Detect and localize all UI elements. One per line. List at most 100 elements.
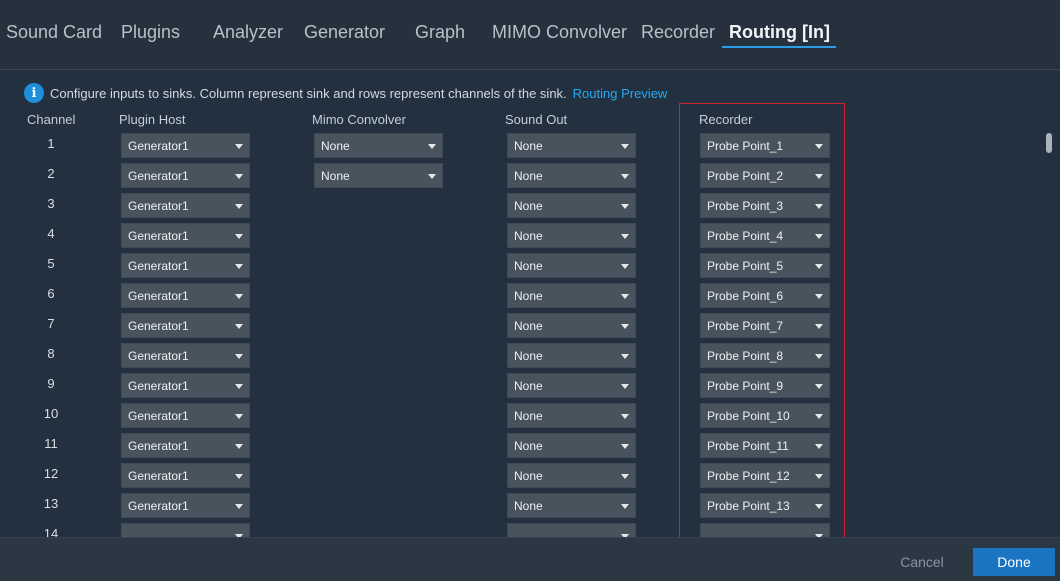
chevron-down-icon: [621, 294, 629, 299]
tab-analyzer[interactable]: Analyzer: [213, 22, 283, 48]
chevron-down-icon: [621, 474, 629, 479]
plugin-host-dropdown[interactable]: Generator1: [121, 433, 250, 458]
sound-out-dropdown[interactable]: None: [507, 373, 636, 398]
recorder-dropdown[interactable]: Probe Point_1: [700, 133, 830, 158]
sound-out-dropdown-value: None: [514, 499, 543, 513]
recorder-dropdown[interactable]: Probe Point_8: [700, 343, 830, 368]
tab-bar: Sound Card Plugins Analyzer Generator Gr…: [0, 0, 1060, 70]
plugin-host-dropdown[interactable]: Generator1: [121, 493, 250, 518]
recorder-dropdown-value: Probe Point_5: [707, 259, 784, 273]
sound-out-dropdown-value: None: [514, 139, 543, 153]
sound-out-dropdown[interactable]: [507, 523, 636, 537]
channel-number: 12: [43, 466, 59, 481]
plugin-host-dropdown[interactable]: Generator1: [121, 343, 250, 368]
sound-out-dropdown[interactable]: None: [507, 313, 636, 338]
column-header-channel: Channel: [27, 112, 76, 127]
mimo-convolver-dropdown[interactable]: None: [314, 163, 443, 188]
chevron-down-icon: [815, 504, 823, 509]
sound-out-dropdown[interactable]: None: [507, 403, 636, 428]
sound-out-dropdown-value: None: [514, 169, 543, 183]
sound-out-dropdown-value: None: [514, 289, 543, 303]
tab-generator[interactable]: Generator: [304, 22, 385, 48]
tab-mimo-convolver[interactable]: MIMO Convolver: [492, 22, 627, 48]
plugin-host-dropdown-value: Generator1: [128, 169, 189, 183]
channel-number: 9: [47, 376, 55, 391]
sound-out-dropdown[interactable]: None: [507, 163, 636, 188]
sound-out-dropdown[interactable]: None: [507, 493, 636, 518]
channel-number: 8: [47, 346, 55, 361]
tab-plugins[interactable]: Plugins: [121, 22, 180, 48]
mimo-convolver-dropdown[interactable]: None: [314, 133, 443, 158]
sound-out-dropdown-value: None: [514, 259, 543, 273]
plugin-host-dropdown-value: Generator1: [128, 499, 189, 513]
sound-out-dropdown[interactable]: None: [507, 133, 636, 158]
plugin-host-dropdown[interactable]: Generator1: [121, 133, 250, 158]
sound-out-dropdown[interactable]: None: [507, 343, 636, 368]
chevron-down-icon: [621, 144, 629, 149]
plugin-host-dropdown-value: Generator1: [128, 349, 189, 363]
chevron-down-icon: [815, 324, 823, 329]
vertical-scrollbar[interactable]: [1046, 133, 1052, 153]
tab-routing-in[interactable]: Routing [In]: [722, 22, 836, 48]
recorder-dropdown[interactable]: Probe Point_7: [700, 313, 830, 338]
plugin-host-dropdown[interactable]: Generator1: [121, 373, 250, 398]
plugin-host-dropdown[interactable]: Generator1: [121, 193, 250, 218]
recorder-dropdown[interactable]: Probe Point_13: [700, 493, 830, 518]
recorder-dropdown[interactable]: Probe Point_9: [700, 373, 830, 398]
chevron-down-icon: [621, 204, 629, 209]
recorder-dropdown-value: Probe Point_12: [707, 469, 790, 483]
chevron-down-icon: [815, 444, 823, 449]
plugin-host-dropdown-value: Generator1: [128, 259, 189, 273]
plugin-host-dropdown-value: Generator1: [128, 439, 189, 453]
chevron-down-icon: [621, 234, 629, 239]
recorder-dropdown[interactable]: Probe Point_11: [700, 433, 830, 458]
plugin-host-dropdown[interactable]: Generator1: [121, 283, 250, 308]
sound-out-dropdown[interactable]: None: [507, 283, 636, 308]
recorder-dropdown-value: Probe Point_13: [707, 499, 790, 513]
sound-out-dropdown[interactable]: None: [507, 463, 636, 488]
channel-number: 5: [47, 256, 55, 271]
sound-out-dropdown[interactable]: None: [507, 193, 636, 218]
routing-preview-link[interactable]: Routing Preview: [573, 86, 668, 101]
tab-graph[interactable]: Graph: [415, 22, 465, 48]
plugin-host-dropdown[interactable]: Generator1: [121, 163, 250, 188]
done-button[interactable]: Done: [973, 548, 1055, 576]
cancel-button[interactable]: Cancel: [890, 548, 954, 576]
plugin-host-dropdown[interactable]: Generator1: [121, 223, 250, 248]
recorder-dropdown[interactable]: Probe Point_6: [700, 283, 830, 308]
chevron-down-icon: [235, 144, 243, 149]
recorder-dropdown[interactable]: Probe Point_5: [700, 253, 830, 278]
plugin-host-dropdown[interactable]: Generator1: [121, 463, 250, 488]
recorder-dropdown[interactable]: Probe Point_4: [700, 223, 830, 248]
plugin-host-dropdown[interactable]: Generator1: [121, 253, 250, 278]
chevron-down-icon: [621, 174, 629, 179]
chevron-down-icon: [235, 234, 243, 239]
recorder-dropdown[interactable]: Probe Point_3: [700, 193, 830, 218]
tab-recorder[interactable]: Recorder: [641, 22, 715, 48]
sound-out-dropdown-value: None: [514, 349, 543, 363]
recorder-dropdown[interactable]: Probe Point_10: [700, 403, 830, 428]
sound-out-dropdown[interactable]: None: [507, 433, 636, 458]
chevron-down-icon: [235, 294, 243, 299]
chevron-down-icon: [428, 174, 436, 179]
sound-out-dropdown[interactable]: None: [507, 253, 636, 278]
plugin-host-dropdown-value: Generator1: [128, 379, 189, 393]
chevron-down-icon: [621, 444, 629, 449]
recorder-dropdown-value: Probe Point_1: [707, 139, 784, 153]
recorder-dropdown[interactable]: Probe Point_2: [700, 163, 830, 188]
recorder-dropdown-value: Probe Point_9: [707, 379, 784, 393]
recorder-dropdown-value: Probe Point_4: [707, 229, 784, 243]
plugin-host-dropdown[interactable]: Generator1: [121, 403, 250, 428]
info-bar: i Configure inputs to sinks. Column repr…: [24, 81, 667, 105]
sound-out-dropdown[interactable]: None: [507, 223, 636, 248]
sound-out-dropdown-value: None: [514, 469, 543, 483]
chevron-down-icon: [815, 174, 823, 179]
recorder-dropdown[interactable]: Probe Point_12: [700, 463, 830, 488]
recorder-dropdown[interactable]: [700, 523, 830, 537]
tab-sound-card[interactable]: Sound Card: [6, 22, 102, 48]
plugin-host-dropdown[interactable]: Generator1: [121, 313, 250, 338]
recorder-dropdown-value: Probe Point_6: [707, 289, 784, 303]
plugin-host-dropdown[interactable]: [121, 523, 250, 537]
chevron-down-icon: [235, 474, 243, 479]
plugin-host-dropdown-value: Generator1: [128, 289, 189, 303]
